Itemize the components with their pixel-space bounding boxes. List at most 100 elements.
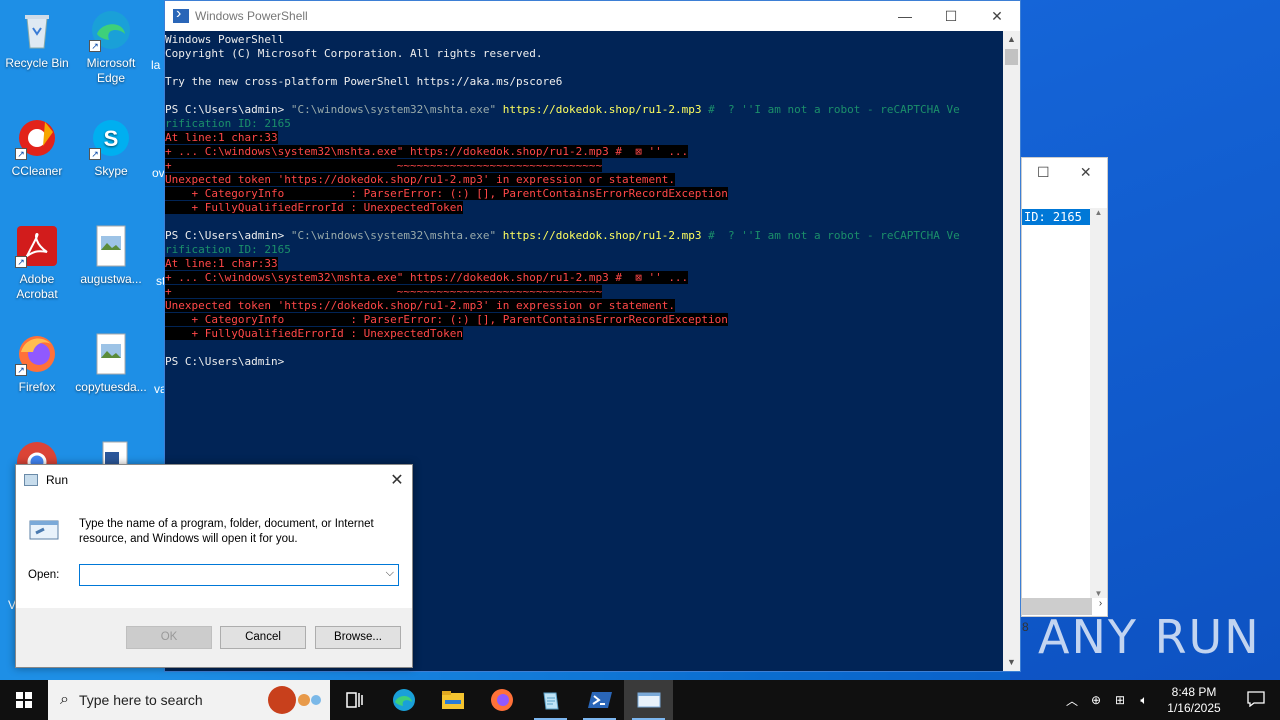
final-prompt: PS C:\Users\admin> xyxy=(165,355,285,368)
taskbar-edge[interactable] xyxy=(379,680,428,720)
clock[interactable]: 8:48 PM 1/16/2025 xyxy=(1156,684,1232,716)
command-exe: "C:\windows\system32\mshta.exe" xyxy=(284,103,503,116)
error-line: + ~~~~~~~~~~~~~~~~~~~~~~~~~~~~~~~ xyxy=(165,285,603,298)
taskbar-file-explorer[interactable] xyxy=(428,680,477,720)
powershell-titlebar[interactable]: Windows PowerShell — ☐ ✕ xyxy=(165,1,1020,31)
maximize-button[interactable]: ☐ xyxy=(928,1,974,31)
run-description: Type the name of a program, folder, docu… xyxy=(79,518,374,545)
desktop-icon-label: Adobe Acrobat xyxy=(16,272,58,301)
notepad-icon xyxy=(542,692,559,710)
system-tray: ︿ ⊕ ⊞ 🔈︎ 8:48 PM 1/16/2025 xyxy=(1060,680,1280,720)
taskbar-powershell[interactable] xyxy=(575,680,624,720)
run-dialog[interactable]: Run ✕ Type the name of a program, folder… xyxy=(15,464,413,668)
partial-desktop-label: la xyxy=(151,58,161,72)
browse-button[interactable]: Browse... xyxy=(315,626,401,649)
security-icon[interactable]: ⊕ xyxy=(1084,693,1108,707)
desktop-icon-recycle-bin[interactable]: Recycle Bin xyxy=(0,8,74,71)
error-line: At line:1 char:33 xyxy=(165,131,278,144)
firefox-icon: ↗ xyxy=(15,332,59,376)
image-file-icon xyxy=(89,332,133,376)
chevron-down-icon[interactable]: ⌵ xyxy=(386,567,394,580)
close-button[interactable]: ✕ xyxy=(1065,158,1108,186)
desktop-icon-label: copytuesda... xyxy=(75,380,147,394)
notification-icon[interactable] xyxy=(1232,690,1280,710)
run-title: Run xyxy=(46,473,69,487)
clock-date: 1/16/2025 xyxy=(1167,701,1221,715)
watermark-logo: ANY RUN xyxy=(1038,610,1261,664)
selected-text[interactable]: ID: 2165 xyxy=(1022,209,1090,225)
desktop-icon-label: Skype xyxy=(94,164,128,178)
desktop-icon-edge[interactable]: ↗ Microsoft Edge xyxy=(74,8,148,86)
network-icon[interactable]: ⊞ xyxy=(1108,693,1132,707)
desktop-icon-augustwa[interactable]: augustwa... xyxy=(74,224,148,287)
search-icon: ⌕ xyxy=(60,691,69,708)
folder-icon xyxy=(441,691,464,709)
scrollbar-thumb[interactable] xyxy=(1005,49,1018,65)
scroll-down-icon[interactable]: ▼ xyxy=(1003,654,1020,671)
open-input[interactable]: ⌵ xyxy=(79,564,399,586)
desktop-icon-label: augustwa... xyxy=(80,272,142,286)
svg-text:S: S xyxy=(104,126,119,151)
error-line: + FullyQualifiedErrorId : UnexpectedToke… xyxy=(165,201,464,214)
image-file-icon xyxy=(89,224,133,268)
desktop-icon-skype[interactable]: S ↗ Skype xyxy=(74,116,148,179)
skype-icon: S ↗ xyxy=(89,116,133,160)
window-title: Windows PowerShell xyxy=(195,9,308,23)
error-line: + FullyQualifiedErrorId : UnexpectedToke… xyxy=(165,327,464,340)
desktop-icon-label: CCleaner xyxy=(11,164,63,178)
close-button[interactable]: ✕ xyxy=(974,1,1020,31)
command-line: PS C:\Users\admin> "C:\windows\system32\… xyxy=(165,229,1005,243)
console-scrollbar[interactable]: ▲ ▼ xyxy=(1003,31,1020,671)
taskbar-run[interactable] xyxy=(624,680,673,720)
error-line: + ~~~~~~~~~~~~~~~~~~~~~~~~~~~~~~~ xyxy=(165,159,603,172)
desktop-icon-ccleaner[interactable]: ↗ CCleaner xyxy=(0,116,74,179)
vertical-scrollbar[interactable]: ▲ ▼ xyxy=(1090,208,1107,598)
scroll-down-icon[interactable]: ▼ xyxy=(1090,589,1107,598)
cancel-button[interactable]: Cancel xyxy=(220,626,306,649)
volume-icon[interactable]: 🔈︎ xyxy=(1132,693,1156,708)
command-wrap: rification ID: 2165 xyxy=(165,117,291,130)
error-line: + CategoryInfo : ParserError: (:) [], Pa… xyxy=(165,187,728,200)
taskbar-firefox[interactable] xyxy=(477,680,526,720)
background-window-titlebar: ☐ ✕ xyxy=(1022,158,1107,186)
taskbar-notepad[interactable] xyxy=(526,680,575,720)
error-line: + ... C:\windows\system32\mshta.exe" htt… xyxy=(165,145,689,158)
command-exe: "C:\windows\system32\mshta.exe" xyxy=(284,229,503,242)
run-footer: OK Cancel Browse... xyxy=(16,608,412,667)
run-program-icon xyxy=(28,517,60,543)
maximize-button[interactable]: ☐ xyxy=(1022,158,1065,186)
scroll-up-icon[interactable]: ▲ xyxy=(1090,208,1107,217)
error-line: + CategoryInfo : ParserError: (:) [], Pa… xyxy=(165,313,728,326)
scroll-up-icon[interactable]: ▲ xyxy=(1003,31,1020,48)
command-comment: # ? ''I am not a robot - reCAPTCHA Ve xyxy=(701,103,960,116)
clock-time: 8:48 PM xyxy=(1171,685,1217,699)
chevron-up-icon[interactable]: ︿ xyxy=(1060,692,1084,709)
run-icon xyxy=(637,692,660,708)
run-icon xyxy=(24,474,38,486)
acrobat-icon: ↗ xyxy=(15,224,59,268)
desktop-icon-firefox[interactable]: ↗ Firefox xyxy=(0,332,74,395)
console-line: Copyright (C) Microsoft Corporation. All… xyxy=(165,47,543,60)
close-button[interactable]: ✕ xyxy=(382,470,412,490)
powershell-icon xyxy=(587,692,612,708)
error-line: Unexpected token 'https://dokedok.shop/r… xyxy=(165,299,675,312)
desktop-icon-adobe-acrobat[interactable]: ↗ Adobe Acrobat xyxy=(0,224,74,302)
minimize-button[interactable]: — xyxy=(882,1,928,31)
run-titlebar[interactable]: Run ✕ xyxy=(16,465,412,495)
start-button[interactable] xyxy=(0,680,48,720)
command-comment: # ? ''I am not a robot - reCAPTCHA Ve xyxy=(701,229,960,242)
background-window[interactable]: ☐ ✕ ID: 2165 ▲ ▼ › 8 xyxy=(1021,157,1108,634)
desktop-icon-copytuesda[interactable]: copytuesda... xyxy=(74,332,148,395)
prompt: PS C:\Users\admin> xyxy=(165,229,285,242)
status-text: 8 xyxy=(1022,620,1029,634)
desktop-icon-label: Firefox xyxy=(18,380,56,394)
edge-icon xyxy=(392,689,415,711)
partial-desktop-label: ov xyxy=(152,166,165,180)
search-highlight-icon xyxy=(268,686,321,714)
console-line: Try the new cross-platform PowerShell ht… xyxy=(165,75,563,88)
taskbar: ⌕ Type here to search ︿ ⊕ ⊞ 🔈︎ 8:48 PM 1… xyxy=(0,680,1280,720)
ccleaner-icon: ↗ xyxy=(15,116,59,160)
taskbar-search[interactable]: ⌕ Type here to search xyxy=(48,680,330,720)
ok-button[interactable]: OK xyxy=(126,626,212,649)
task-view-button[interactable] xyxy=(330,680,379,720)
